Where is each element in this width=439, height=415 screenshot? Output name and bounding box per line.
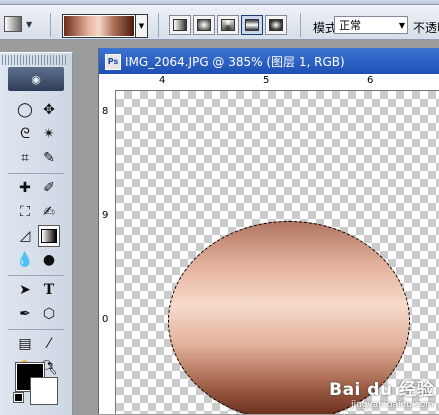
brush-icon: ✐ [43, 180, 55, 196]
history-brush-icon: ✍ [43, 204, 55, 220]
opacity-label: 不透明 [413, 21, 439, 35]
notes-tool[interactable]: ▤ [14, 333, 36, 355]
dodge-tool[interactable]: ● [38, 249, 60, 271]
eyedropper-icon: ⁄ [47, 336, 51, 352]
watermark: Bai du 经验 jingyan.baidu.com [329, 375, 434, 410]
clone-stamp-tool[interactable]: ⛶ [14, 201, 36, 223]
gradient-tool[interactable] [38, 225, 60, 247]
gradient-tool-preset-icon [4, 16, 22, 32]
healing-brush-tool[interactable]: ✚ [14, 177, 36, 199]
magic-wand-tool[interactable]: ✴ [38, 123, 60, 145]
move-icon: ✥ [43, 102, 55, 118]
pen-icon: ✒ [19, 306, 31, 322]
path-select-icon: ➤ [19, 282, 31, 298]
separator [158, 13, 159, 37]
ruler-label: 4 [159, 75, 166, 86]
separator [8, 173, 64, 174]
gradient-type-group [169, 15, 287, 35]
default-colors-icon[interactable] [13, 392, 24, 403]
diamond-gradient-icon [269, 19, 283, 31]
chevron-down-icon[interactable]: ▼ [135, 15, 147, 37]
notes-icon: ▤ [18, 336, 32, 352]
document-window: Ps IMG_2064.JPG @ 385% (图层 1, RGB) 4 5 6… [98, 48, 439, 414]
type-icon: T [43, 282, 55, 298]
lasso-tool[interactable]: ᘓ [14, 123, 36, 145]
photoshop-logo[interactable]: ◉ [8, 67, 64, 91]
document-title-bar[interactable]: Ps IMG_2064.JPG @ 385% (图层 1, RGB) [99, 48, 439, 74]
healing-brush-icon: ✚ [19, 180, 31, 196]
clone-stamp-icon: ⛶ [20, 204, 30, 220]
linear-gradient-icon [173, 19, 187, 31]
shape-tool[interactable]: ⬡ [38, 303, 60, 325]
watermark-url: jingyan.baidu.com [350, 400, 434, 410]
ruler-origin[interactable] [99, 74, 116, 91]
lasso-icon: ᘓ [20, 126, 30, 142]
ruler-label: 0 [102, 314, 109, 325]
dodge-icon: ● [42, 252, 56, 268]
angle-gradient-button[interactable] [217, 15, 239, 35]
options-bar: ▼ ▼ 模式: 正常 ▼ 不透明 [0, 5, 439, 40]
separator [300, 13, 301, 37]
path-select-tool[interactable]: ➤ [14, 279, 36, 301]
angle-gradient-icon [221, 19, 235, 31]
background-color-swatch[interactable] [30, 377, 58, 405]
crop-icon: ⌗ [21, 150, 29, 166]
blur-tool[interactable]: 💧 [14, 249, 36, 271]
marquee-icon: ◯ [17, 102, 33, 118]
type-tool[interactable]: T [38, 279, 60, 301]
separator [8, 275, 64, 276]
history-brush-tool[interactable]: ✍ [38, 201, 60, 223]
baidu-logo: Bai du 经验 [329, 380, 434, 400]
brush-tool[interactable]: ✐ [38, 177, 60, 199]
pen-tool[interactable]: ✒ [14, 303, 36, 325]
toolbox: ◉ ◯ ✥ ᘓ ✴ ⌗ ✎ ✚ ✐ ⛶ ✍ ◿ 💧 ● ➤ T ✒ ⬡ ▤ ⁄ … [0, 52, 73, 415]
mode-value: 正常 [339, 19, 361, 32]
crop-tool[interactable]: ⌗ [14, 147, 36, 169]
toolbox-grip[interactable] [2, 55, 68, 65]
ruler-label: 8 [102, 106, 109, 117]
ruler-label: 6 [367, 75, 374, 86]
eraser-icon: ◿ [19, 228, 31, 244]
slice-tool[interactable]: ✎ [38, 147, 60, 169]
document-title: IMG_2064.JPG @ 385% (图层 1, RGB) [125, 55, 345, 69]
blur-icon: 💧 [16, 252, 34, 268]
gradient-swatch[interactable] [64, 16, 134, 36]
reflected-gradient-button[interactable] [241, 15, 263, 35]
marquee-tool[interactable]: ◯ [14, 99, 36, 121]
radial-gradient-icon [197, 19, 211, 31]
image-canvas[interactable]: Bai du 经验 jingyan.baidu.com [116, 91, 439, 414]
reflected-gradient-icon [245, 19, 259, 31]
ruler-label: 5 [263, 75, 270, 86]
vertical-ruler[interactable]: 8 9 0 [99, 90, 116, 414]
tool-preset-picker[interactable]: ▼ [4, 14, 38, 34]
eraser-tool[interactable]: ◿ [14, 225, 36, 247]
gradient-picker[interactable]: ▼ [62, 14, 148, 38]
separator [8, 329, 64, 330]
document-icon: Ps [105, 54, 121, 70]
horizontal-ruler[interactable]: 4 5 6 [115, 74, 439, 91]
chevron-down-icon: ▼ [398, 21, 405, 30]
separator [50, 13, 51, 37]
magic-wand-icon: ✴ [43, 126, 55, 142]
eyedropper-tool[interactable]: ⁄ [38, 333, 60, 355]
radial-gradient-button[interactable] [193, 15, 215, 35]
ruler-label: 9 [102, 210, 109, 221]
shape-icon: ⬡ [42, 306, 56, 322]
gradient-icon [41, 229, 57, 243]
diamond-gradient-button[interactable] [265, 15, 287, 35]
swap-colors-icon[interactable]: ↰ [46, 361, 54, 372]
chevron-down-icon: ▼ [26, 19, 33, 29]
slice-icon: ✎ [43, 150, 55, 166]
linear-gradient-button[interactable] [169, 15, 191, 35]
mode-select[interactable]: 正常 ▼ [334, 16, 408, 34]
move-tool[interactable]: ✥ [38, 99, 60, 121]
